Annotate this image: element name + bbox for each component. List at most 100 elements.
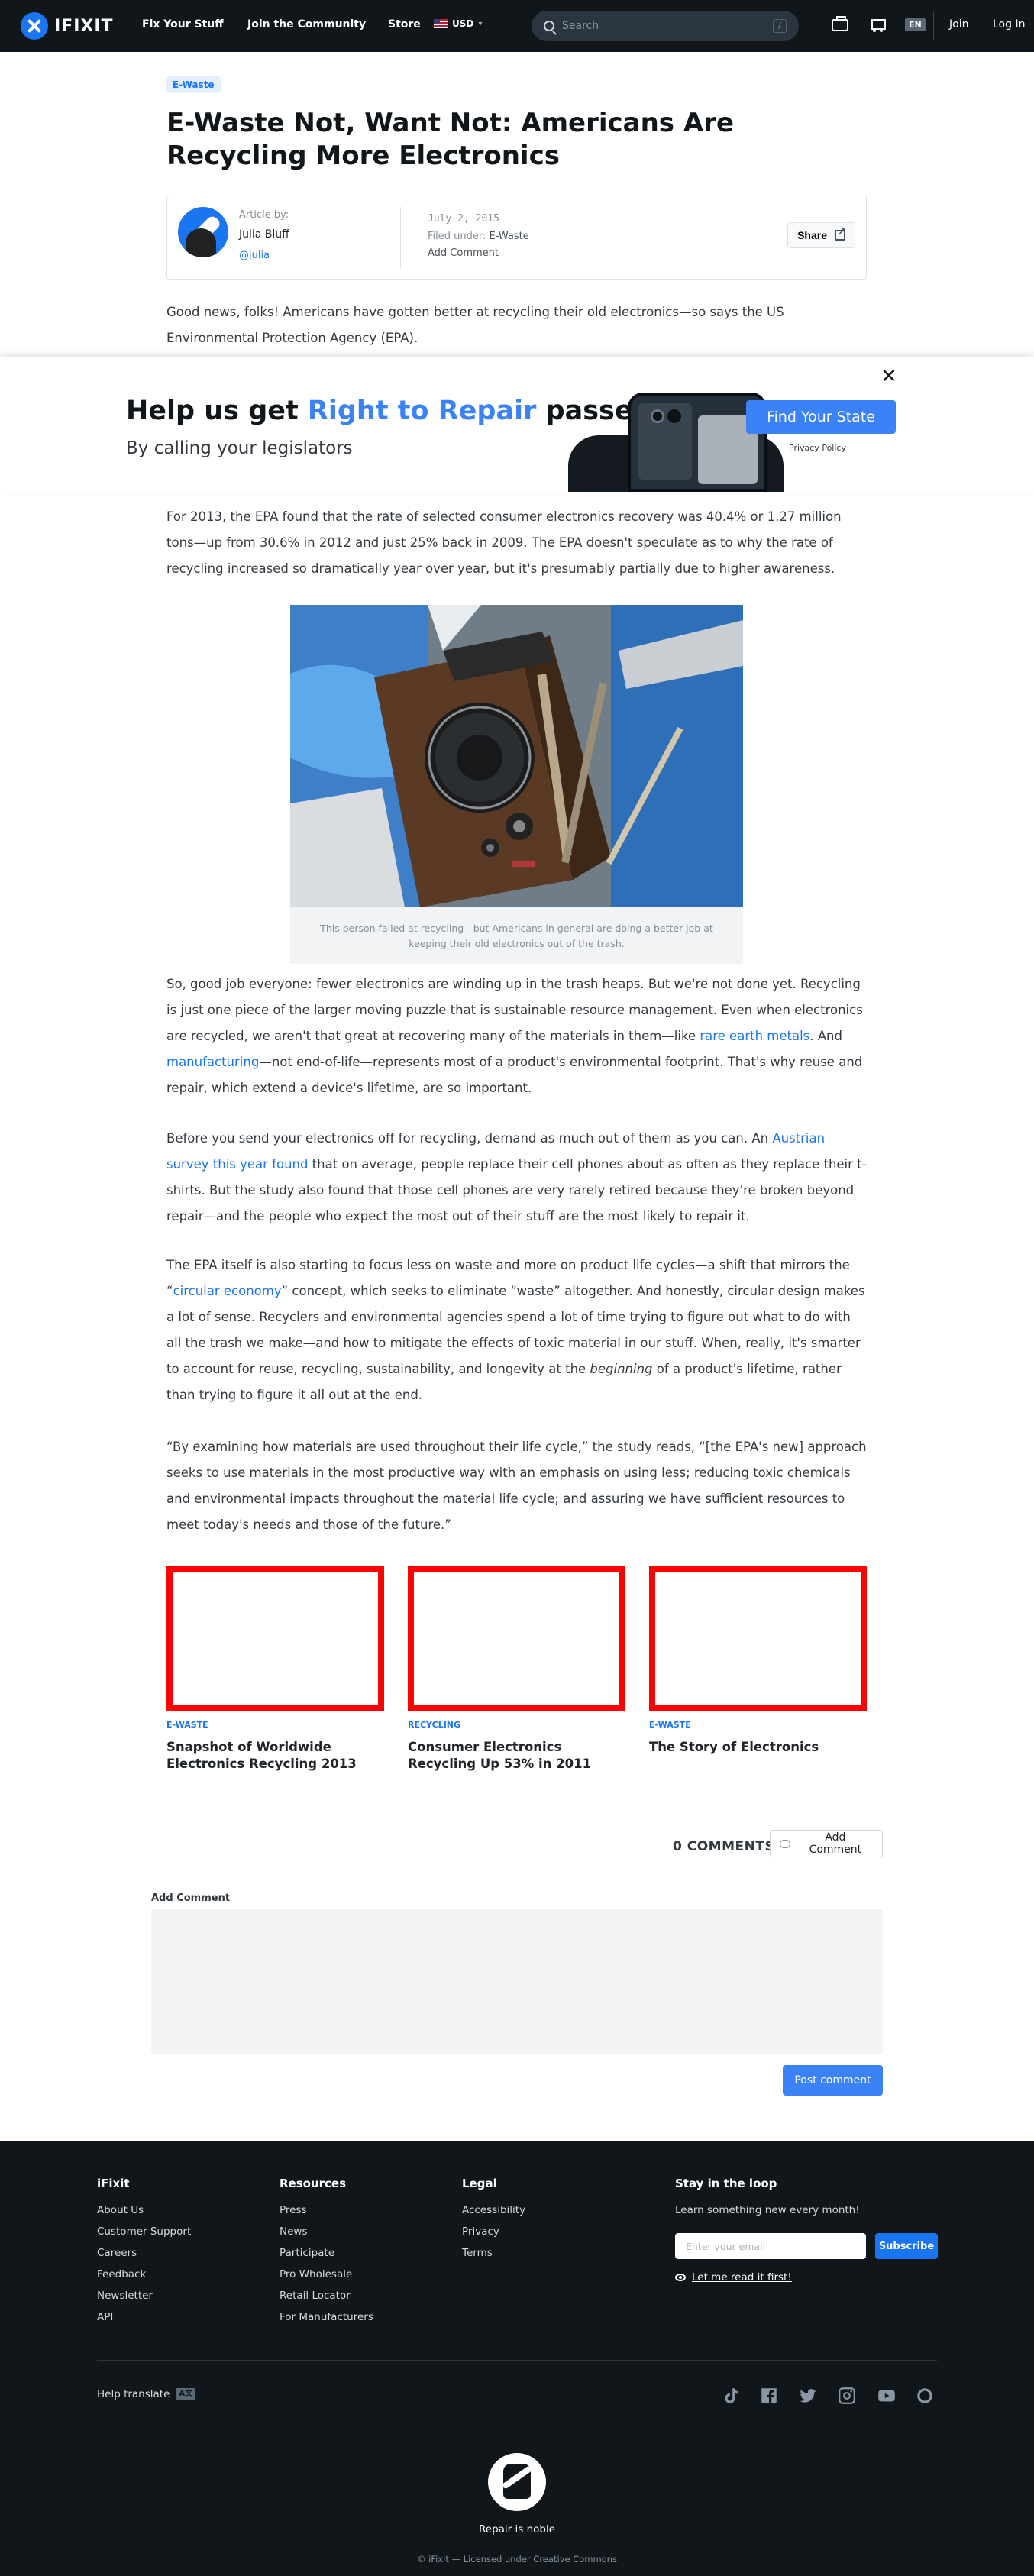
rare-earth-metals-link[interactable]: rare earth metals: [700, 1029, 809, 1043]
read-first-link[interactable]: Let me read it first!: [675, 2271, 792, 2283]
p4-emphasis: beginning: [590, 1362, 653, 1376]
footer-heading: Resources: [280, 2177, 347, 2190]
footer-link[interactable]: Pro Wholesale: [280, 2268, 373, 2280]
footer-link[interactable]: Customer Support: [97, 2225, 191, 2238]
ifixit-logo[interactable]: IFIXIT: [21, 12, 114, 40]
article-intro: Good news, folks! Americans have gotten …: [166, 305, 784, 345]
author-handle[interactable]: @julia: [239, 250, 270, 261]
find-your-state-button[interactable]: Find Your State: [746, 400, 896, 434]
article-figure: This person failed at recycling—but Amer…: [290, 605, 743, 964]
publish-date: July 2, 2015: [428, 213, 499, 225]
us-flag-icon: [434, 19, 448, 28]
footer-link[interactable]: For Manufacturers: [280, 2311, 373, 2323]
newsletter-signup: Stay in the loop Learn something new eve…: [675, 2177, 942, 2299]
filed-under-category[interactable]: E-Waste: [490, 231, 529, 242]
footer-link[interactable]: Press: [280, 2204, 373, 2216]
related-title[interactable]: The Story of Electronics: [649, 1739, 867, 1756]
close-icon[interactable]: ✕: [881, 365, 897, 388]
search-input[interactable]: [562, 20, 773, 32]
youtube-icon[interactable]: [877, 2386, 897, 2406]
article-tag-chip[interactable]: E-Waste: [166, 76, 221, 93]
promo-subheadline: By calling your legislators: [126, 438, 353, 458]
footer-heading: Stay in the loop: [675, 2177, 777, 2190]
related-title[interactable]: Consumer Electronics Recycling Up 53% in…: [408, 1739, 625, 1773]
footer-link[interactable]: Privacy: [462, 2225, 525, 2238]
email-field[interactable]: [675, 2233, 866, 2259]
footer-link[interactable]: Terms: [462, 2247, 525, 2259]
p3-text-a: Before you send your electronics off for…: [166, 1131, 773, 1146]
byline-add-comment-link[interactable]: Add Comment: [428, 247, 499, 259]
search-shortcut-key: /: [773, 19, 787, 33]
footer-tagline: Repair is noble: [478, 2523, 556, 2536]
share-button[interactable]: Share: [787, 222, 855, 248]
footer-license: © iFixit — Licensed under Creative Commo…: [417, 2554, 617, 2565]
footer-link[interactable]: Careers: [97, 2247, 191, 2259]
footer-link[interactable]: Retail Locator: [280, 2290, 373, 2302]
related-thumbnail[interactable]: [166, 1566, 384, 1711]
camera-icon: [651, 409, 664, 423]
author-name[interactable]: Julia Bluff: [239, 228, 289, 241]
related-tag[interactable]: E-WASTE: [649, 1720, 867, 1730]
right-to-repair-banner: ✕ Help us get Right to Repair passed By …: [0, 357, 1034, 492]
join-link[interactable]: Join: [949, 18, 968, 31]
footer-link[interactable]: Participate: [280, 2247, 373, 2259]
subscribe-button[interactable]: Subscribe: [875, 2233, 938, 2259]
nav-fix-your-stuff[interactable]: Fix Your Stuff: [142, 18, 224, 31]
header-divider: [933, 12, 934, 40]
instagram-icon[interactable]: [837, 2386, 857, 2406]
footer-link[interactable]: About Us: [97, 2204, 191, 2216]
footer-link[interactable]: Feedback: [97, 2268, 191, 2280]
related-thumbnail[interactable]: [408, 1566, 625, 1711]
search-icon: [544, 21, 554, 31]
help-translate-link[interactable]: Help translate A文: [97, 2388, 196, 2400]
footer-link[interactable]: API: [97, 2311, 191, 2323]
facebook-icon[interactable]: [759, 2386, 779, 2406]
related-tag[interactable]: E-WASTE: [166, 1720, 384, 1730]
privacy-policy-link[interactable]: Privacy Policy: [789, 443, 846, 453]
article-paragraph-5: “By examining how materials are used thr…: [166, 1440, 867, 1532]
comment-textarea[interactable]: [151, 1909, 883, 2054]
language-selector[interactable]: EN: [905, 18, 926, 31]
article-paragraph-3: Before you send your electronics off for…: [166, 1126, 867, 1230]
related-tag[interactable]: RECYCLING: [408, 1720, 625, 1730]
add-comment-button[interactable]: Add Comment: [770, 1830, 883, 1857]
footer-divider: [97, 2360, 937, 2361]
footer-heading: Legal: [462, 2177, 497, 2190]
help-translate-label: Help translate: [97, 2388, 170, 2400]
footer-link[interactable]: News: [280, 2225, 373, 2238]
related-card-2[interactable]: RECYCLING Consumer Electronics Recycling…: [408, 1566, 625, 1773]
post-comment-button[interactable]: Post comment: [783, 2065, 883, 2096]
related-title[interactable]: Snapshot of Worldwide Electronics Recycl…: [166, 1739, 384, 1773]
site-footer: iFixit About Us Customer Support Careers…: [0, 2141, 1034, 2576]
related-card-1[interactable]: E-WASTE Snapshot of Worldwide Electronic…: [166, 1566, 384, 1773]
article-paragraph-1: For 2013, the EPA found that the rate of…: [166, 509, 842, 576]
circular-economy-link[interactable]: circular economy: [173, 1284, 282, 1298]
nav-join-community[interactable]: Join the Community: [247, 18, 366, 31]
ifixit-logo-icon: [21, 12, 48, 40]
tiktok-icon[interactable]: [721, 2386, 741, 2406]
comment-form-label: Add Comment: [151, 1892, 231, 1904]
cart-icon[interactable]: [869, 17, 886, 32]
footer-link[interactable]: Newsletter: [97, 2290, 191, 2302]
search-bar[interactable]: /: [532, 11, 799, 41]
author-avatar[interactable]: [178, 207, 228, 257]
related-card-3[interactable]: E-WASTE The Story of Electronics: [649, 1566, 867, 1756]
footer-link[interactable]: Accessibility: [462, 2204, 525, 2216]
phone-logic-board: [638, 403, 692, 480]
article-paragraph-4: The EPA itself is also starting to focus…: [166, 1252, 867, 1408]
nav-store[interactable]: Store: [388, 18, 421, 31]
currency-selector[interactable]: USD ▾: [434, 18, 482, 29]
footer-col-ifixit: iFixit About Us Customer Support Careers…: [97, 2177, 191, 2332]
newsletter-subtext: Learn something new every month!: [675, 2204, 860, 2216]
p2-text-b: . And: [809, 1029, 842, 1043]
related-thumbnail[interactable]: [649, 1566, 867, 1711]
toolbox-icon[interactable]: [832, 16, 848, 31]
mastodon-icon[interactable]: [915, 2386, 935, 2406]
eye-icon: [675, 2274, 686, 2281]
manufacturing-link[interactable]: manufacturing: [166, 1055, 259, 1069]
byline-card: Article by: Julia Bluff @julia July 2, 2…: [166, 196, 867, 280]
login-link[interactable]: Log In: [993, 18, 1025, 31]
twitter-icon[interactable]: [798, 2386, 818, 2406]
promo-headline-highlight: Right to Repair: [307, 396, 537, 426]
top-navigation-bar: IFIXIT Fix Your Stuff Join the Community…: [0, 0, 1034, 52]
